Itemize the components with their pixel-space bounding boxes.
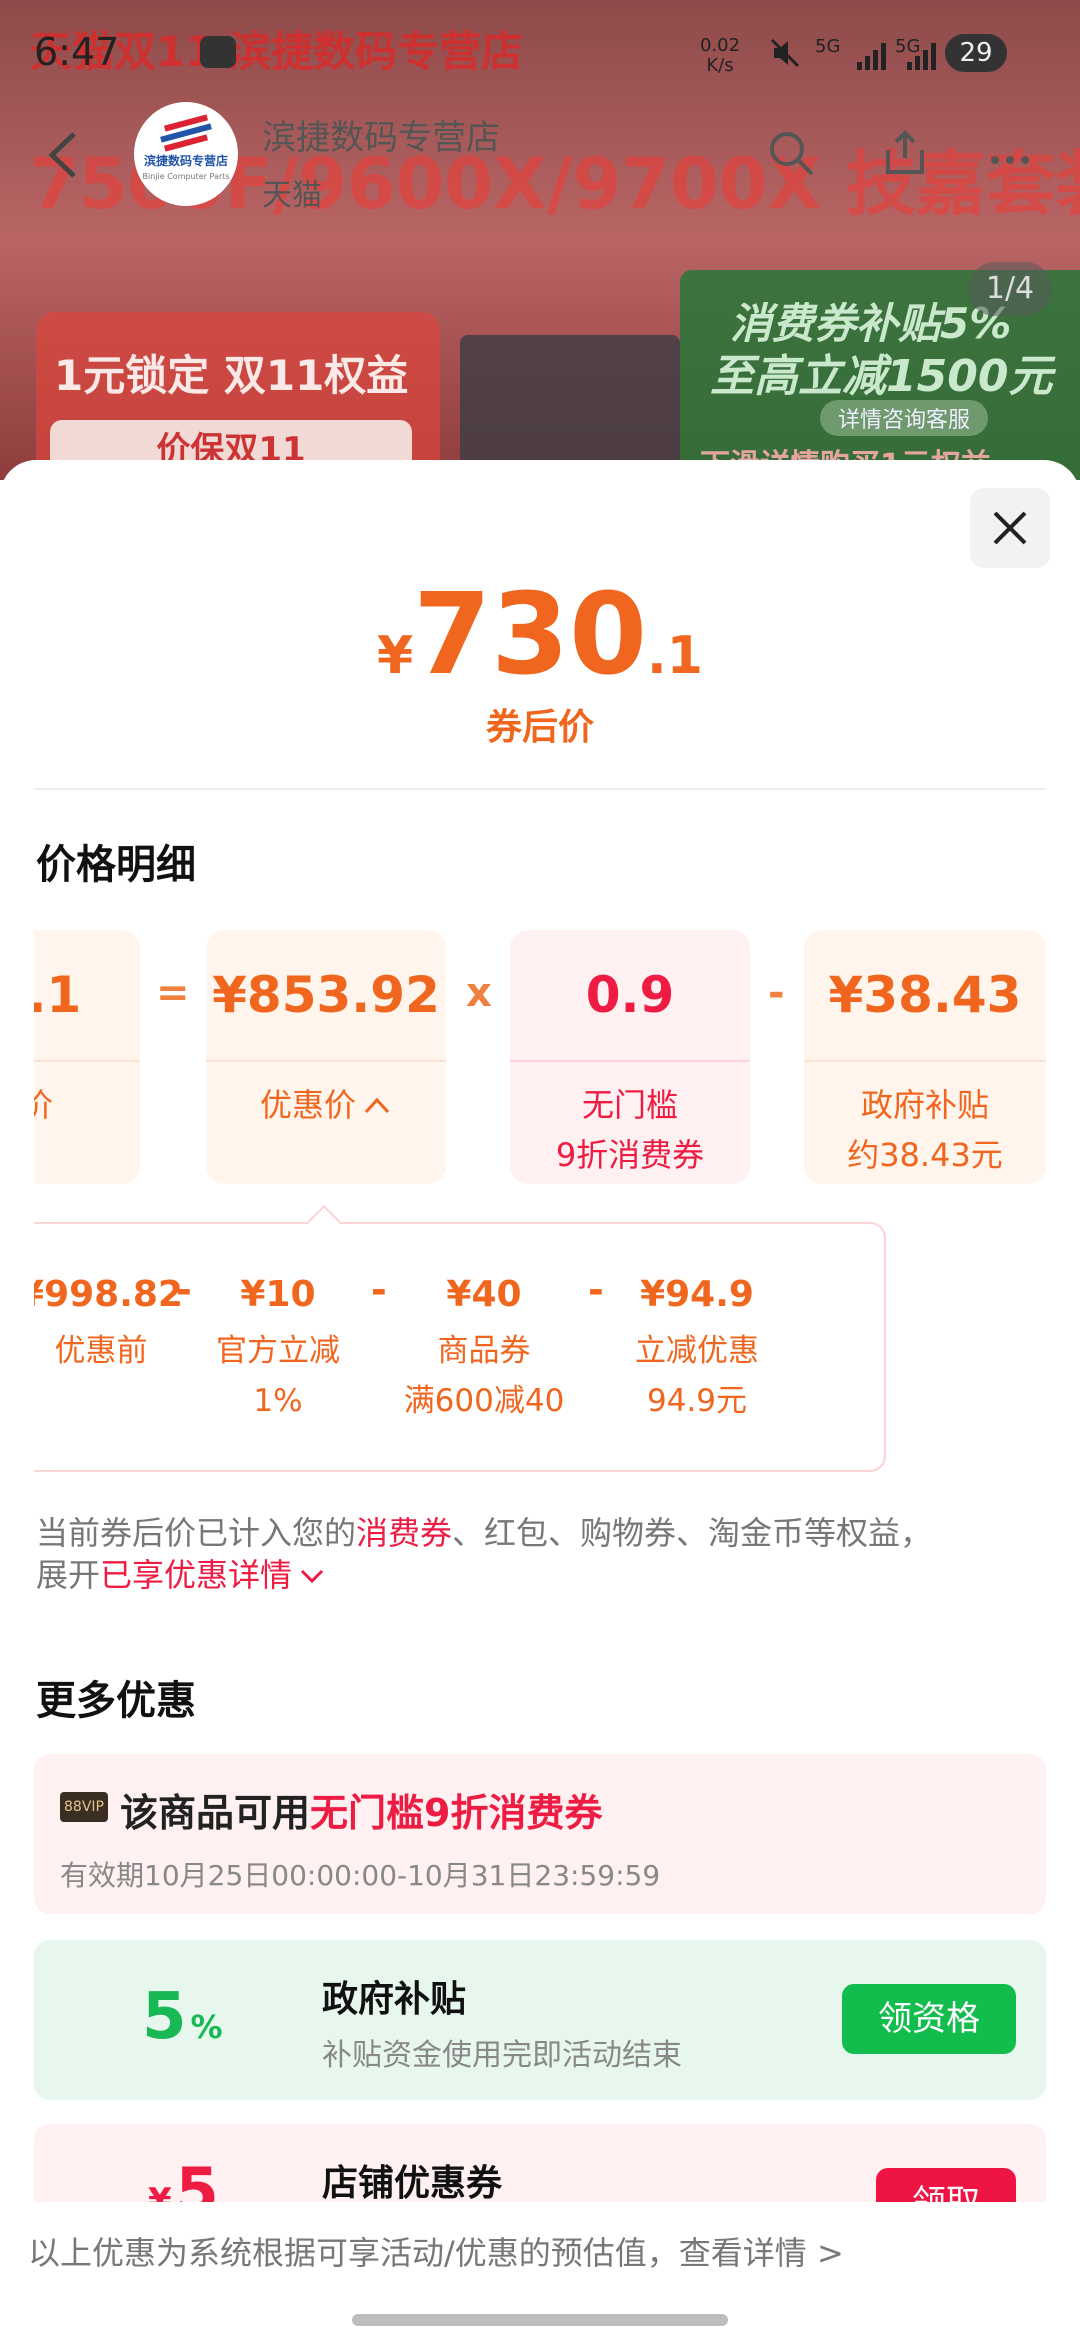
price-label: 券后价 <box>485 707 594 748</box>
breakdown-coupon-value: ¥40 <box>446 1274 522 1315</box>
mute-icon <box>768 36 802 70</box>
calc-card-final-label: 价 <box>34 1086 53 1124</box>
discount-breakdown-popover: ¥998.82 优惠前 - ¥10 官方立减 1% - ¥40 商品券满600减4… <box>34 1222 886 1472</box>
status-time: 6:47 <box>34 30 120 74</box>
more-icon[interactable] <box>990 150 1030 164</box>
benefit-details-link-text: 已享优惠详情 <box>100 1556 293 1594</box>
calc-card-coupon-value: 0.9 <box>585 966 675 1024</box>
chevron-up-icon <box>364 1097 390 1114</box>
store-name[interactable]: 滨捷数码专营店 <box>262 110 500 159</box>
breakdown-op-1: - <box>176 1268 192 1312</box>
calc-card-subsidy-label1: 政府补贴 <box>860 1086 989 1124</box>
benefit-details-link[interactable]: 已享优惠详情 <box>100 1556 326 1594</box>
calc-card-discount-price[interactable]: ¥853.92 优惠价 <box>206 930 446 1184</box>
vip-coupon-title: 该商品可用无门槛9折消费券 <box>120 1782 602 1837</box>
net-speed: 0.02 K/s <box>700 35 741 76</box>
price-integer: 730 <box>413 570 648 700</box>
breakdown-original-value: ¥998.82 <box>34 1274 183 1315</box>
more-offers-title: 更多优惠 <box>36 1678 196 1724</box>
benefit-note: 当前券后价已计入您的消费券、红包、购物券、淘金币等权益， 展开已享优惠详情 <box>36 1512 1046 1596</box>
breakdown-op-3: - <box>588 1268 604 1312</box>
op-multiply: x <box>466 970 492 1016</box>
message-icon <box>200 36 236 68</box>
calc-card-coupon-label1: 无门槛 <box>581 1086 678 1124</box>
breakdown-original-label: 优惠前 <box>54 1333 148 1369</box>
breakdown-coupon-label2: 满600减40 <box>403 1383 565 1419</box>
note-text-1: 当前券后价已计入您的 <box>36 1514 357 1552</box>
signal-1-label: 5G <box>815 36 841 57</box>
promo-right-line3: 详情咨询客服 <box>820 400 989 436</box>
product-image <box>460 335 680 480</box>
calc-card-final: 0.1 价 <box>34 930 140 1184</box>
note-text-2: 、红包、购物券、淘金币等权益， <box>452 1514 933 1552</box>
back-arrow-icon[interactable] <box>44 130 84 180</box>
divider <box>34 788 1046 790</box>
footer-bar: 以上优惠为系统根据可享活动/优惠的预估值，查看详情 > <box>0 2202 1080 2340</box>
vip-coupon-validity: 有效期10月25日00:00:00-10月31日23:59:59 <box>60 1859 661 1892</box>
breakdown-official-label1: 官方立减 <box>216 1333 340 1369</box>
note-highlight: 消费券 <box>356 1514 453 1552</box>
price-currency: ¥ <box>377 626 414 686</box>
gov-subsidy-card: 5% 政府补贴 补贴资金使用完即活动结束 领资格 <box>34 1940 1046 2100</box>
footer-details-link[interactable]: 以上优惠为系统根据可享活动/优惠的预估值，查看详情 > <box>28 2228 844 2274</box>
claim-qualification-button[interactable]: 领资格 <box>842 1984 1016 2054</box>
price-detail-sheet: ¥730.1 券后价 价格明细 0.1 价 = ¥853.92 优惠价 x 0.… <box>0 460 1080 2340</box>
chevron-down-icon <box>300 1569 324 1584</box>
price-detail-title: 价格明细 <box>36 842 196 888</box>
signal-2-icon <box>905 40 939 70</box>
promo-right-line2: 至高立减1500元 <box>710 351 1053 402</box>
final-price: ¥730.1 <box>0 570 1080 700</box>
op-equals: = <box>156 970 190 1016</box>
calc-card-discount-label: 优惠价 <box>206 1080 446 1130</box>
shop-coupon-title: 店铺优惠券 <box>322 2163 503 2204</box>
promo-left-text: 1元锁定 双11权益 <box>54 351 409 400</box>
gov-subsidy-title: 政府补贴 <box>322 1979 467 2020</box>
promo-left-panel: 1元锁定 双11权益 价保双11 <box>36 312 440 480</box>
gov-subsidy-rate: 5% <box>142 1980 223 2054</box>
vip-coupon-card: 88VIP 该商品可用无门槛9折消费券 有效期10月25日00:00:00-10… <box>34 1754 1046 1914</box>
store-subtitle: 天猫 <box>262 178 322 213</box>
store-logo-subtext: Binjie Computer Parts <box>142 172 230 181</box>
home-indicator <box>352 2314 728 2326</box>
calc-card-coupon: 0.9 无门槛 9折消费券 <box>510 930 750 1184</box>
image-page-indicator: 1/4 <box>968 262 1052 316</box>
breakdown-instant-label1: 立减优惠 <box>635 1333 759 1369</box>
calc-card-final-value: 0.1 <box>34 966 82 1024</box>
breakdown-op-2: - <box>371 1268 387 1312</box>
gov-subsidy-desc: 补贴资金使用完即活动结束 <box>322 2038 682 2073</box>
note-text-3: 展开 <box>36 1556 101 1594</box>
breakdown-instant-label2: 94.9元 <box>646 1383 748 1419</box>
88vip-badge: 88VIP <box>60 1792 108 1822</box>
share-icon[interactable] <box>880 128 930 178</box>
vip-coupon-text1: 该商品可用 <box>120 1791 311 1835</box>
discount-label-text: 优惠价 <box>259 1086 356 1124</box>
breakdown-official-label2: 1% <box>253 1383 303 1419</box>
price-decimal: .1 <box>647 626 703 686</box>
calc-card-subsidy: ¥38.43 政府补贴约38.43元 <box>804 930 1046 1184</box>
calc-card-discount-value: ¥853.92 <box>212 966 440 1024</box>
calc-card-subsidy-label2: 约38.43元 <box>847 1136 1003 1174</box>
product-page-background: 天猫双11 滨捷数码专营店 6:47 0.02 K/s 5G 5G 29 750… <box>0 0 1080 480</box>
calc-card-coupon-label2: 9折消费券 <box>555 1136 705 1174</box>
gov-subsidy-number: 5 <box>142 1980 187 2054</box>
store-logo[interactable]: 滨捷数码专营店 Binjie Computer Parts <box>134 102 238 206</box>
signal-1-icon <box>855 40 889 70</box>
vip-coupon-text2: 无门槛9折消费券 <box>310 1791 603 1835</box>
calc-card-subsidy-value: ¥38.43 <box>828 966 1022 1024</box>
op-minus: - <box>768 970 785 1016</box>
close-button[interactable] <box>970 488 1050 568</box>
gov-subsidy-unit: % <box>190 2008 223 2046</box>
breakdown-official-value: ¥10 <box>240 1274 316 1315</box>
breakdown-instant-value: ¥94.9 <box>640 1274 754 1315</box>
battery-indicator: 29 <box>945 34 1007 72</box>
close-icon <box>993 511 1027 545</box>
breakdown-coupon-label1: 商品券 <box>437 1333 531 1369</box>
store-logo-text: 滨捷数码专营店 <box>143 154 228 168</box>
search-icon[interactable] <box>766 128 816 178</box>
